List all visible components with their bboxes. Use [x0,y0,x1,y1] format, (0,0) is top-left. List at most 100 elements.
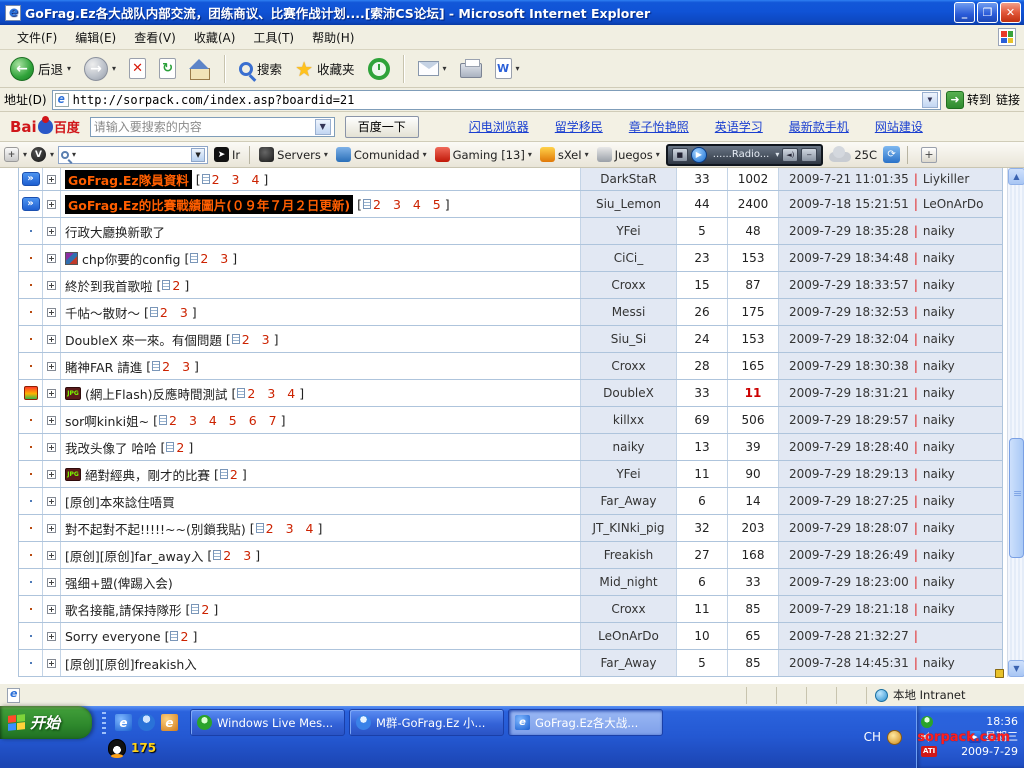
last-editor-link[interactable]: naiky [923,386,955,400]
last-editor-link[interactable]: Liykiller [923,172,969,186]
language-indicator[interactable]: CH [864,730,881,744]
qq-penguin-icon[interactable] [108,739,126,757]
author-link[interactable]: Siu_Si [611,332,647,346]
menu-item[interactable]: 工具(T) [244,28,303,48]
last-editor-link[interactable]: LeOnArDo [923,197,984,211]
menu-item[interactable]: 查看(V) [125,28,185,48]
page-number-links[interactable]: 2 3 [162,359,194,374]
expand-icon[interactable] [47,443,56,452]
dropdown-icon[interactable]: ▾ [423,150,427,159]
last-editor-link[interactable]: naiky [923,413,955,427]
baidu-search-button[interactable]: 百度一下 [345,116,419,138]
topic-title-link[interactable]: GoFrag.Ez的比賽戰績圖片(０９年７月２日更新) [65,195,353,214]
expand-icon[interactable] [47,578,56,587]
gamebar-menu-item[interactable]: sXeI ▾ [538,146,591,163]
page-number-links[interactable]: 2 3 [160,305,192,320]
gamebar-menu-item[interactable]: Servers ▾ [257,146,330,163]
page-number-links[interactable]: 2 3 4 [247,386,299,401]
expand-icon[interactable] [47,659,56,668]
expand-icon[interactable] [47,470,56,479]
topic-title-link[interactable]: 絕對經典，剛才的比賽 [85,465,210,484]
radio-minimize-icon[interactable]: − [801,148,817,162]
expand-icon[interactable] [47,254,56,263]
dropdown-icon[interactable]: ▾ [656,150,660,159]
radio-volume-icon[interactable]: ◄) [782,148,798,162]
gamebar-menu-item[interactable]: Juegos ▾ [595,146,662,163]
close-button[interactable]: ✕ [1000,2,1021,23]
author-link[interactable]: Far_Away [600,656,656,670]
menu-item[interactable]: 帮助(H) [303,28,363,48]
author-link[interactable]: naiky [613,440,645,454]
author-link[interactable]: killxx [613,413,644,427]
last-editor-link[interactable]: naiky [923,440,955,454]
expand-icon[interactable] [47,497,56,506]
add-toolbar-button[interactable]: + [921,147,937,163]
links-label[interactable]: 链接 [996,91,1020,108]
expand-icon[interactable] [47,308,56,317]
topic-title-link[interactable]: [原创][原创]far_away入 [65,546,203,565]
last-editor-link[interactable]: naiky [923,602,955,616]
expand-icon[interactable] [47,416,56,425]
print-button[interactable] [456,57,486,80]
last-editor-link[interactable]: naiky [923,278,955,292]
topic-title-link[interactable]: Sorry everyone [65,629,161,644]
author-link[interactable]: LeOnArDo [598,629,659,643]
address-dropdown-icon[interactable]: ▼ [922,92,938,108]
dropdown-icon[interactable]: ▾ [23,150,27,159]
author-link[interactable]: Siu_Lemon [596,197,661,211]
taskbar-window-button[interactable]: M群-GoFrag.Ez 小... [349,709,504,736]
topic-title-link[interactable]: 歌名接龍,請保持隊形 [65,600,181,619]
last-editor-link[interactable]: naiky [923,224,955,238]
expand-icon[interactable] [47,335,56,344]
topic-title-link[interactable]: 千帖～散财～ [65,303,140,322]
author-link[interactable]: JT_KINki_pig [592,521,664,535]
quicklaunch-ie-icon[interactable]: e [115,714,132,731]
baidu-link[interactable]: 英语学习 [715,118,763,135]
expand-icon[interactable] [47,281,56,290]
refresh-button[interactable]: ↻ [155,56,180,81]
page-number-links[interactable]: 2 [201,602,213,617]
search-button[interactable]: 搜索 [235,57,286,80]
topic-title-link[interactable]: GoFrag.Ez隊員資料 [65,170,192,189]
back-dropdown-icon[interactable]: ▾ [67,64,71,73]
baidu-link[interactable]: 闪电浏览器 [469,118,529,135]
dropdown-icon[interactable]: ▾ [324,150,328,159]
author-link[interactable]: Freakish [604,548,654,562]
history-button[interactable] [364,56,394,82]
page-number-links[interactable]: 2 3 4 [266,521,318,536]
edit-dropdown-icon[interactable]: ▾ [516,64,520,73]
last-editor-link[interactable]: naiky [923,359,955,373]
last-editor-link[interactable]: naiky [923,305,955,319]
start-button[interactable]: 开始 [0,706,92,739]
address-input[interactable]: http://sorpack.com/index.asp?boardid=21 … [52,90,941,110]
topic-title-link[interactable]: [原创]本來諗住唔買 [65,492,175,511]
page-number-links[interactable]: 2 [176,440,188,455]
scroll-up-icon[interactable]: ▲ [1008,168,1024,185]
mail-dropdown-icon[interactable]: ▾ [443,64,447,73]
page-number-links[interactable]: 2 3 4 [212,172,264,187]
mail-button[interactable]: ▾ [414,59,451,78]
address-url[interactable]: http://sorpack.com/index.asp?boardid=21 [73,93,355,107]
last-editor-link[interactable]: naiky [923,656,955,670]
weather-widget[interactable]: 25C [827,147,879,163]
baidu-link[interactable]: 最新款手机 [789,118,849,135]
topic-title-link[interactable]: 賭神FAR 請進 [65,357,142,376]
topic-title-link[interactable]: 對不起對不起!!!!!~~(別鎖我貼) [65,519,246,538]
page-number-links[interactable]: 2 3 [242,332,274,347]
menu-item[interactable]: 收藏(A) [185,28,245,48]
author-link[interactable]: YFei [616,467,640,481]
search-dropdown-icon[interactable]: ▼ [191,148,205,162]
quicklaunch-messenger-icon[interactable] [138,714,155,731]
toolbar-options-icon[interactable]: + [4,147,19,162]
author-link[interactable]: Croxx [611,359,645,373]
baidu-dropdown-icon[interactable]: ▼ [315,119,331,135]
topic-title-link[interactable]: (網上Flash)反應時間測試 [85,384,228,403]
baidu-search-input[interactable]: 请输入要搜索的内容 ▼ [90,117,335,137]
gamebar-search-input[interactable]: ▾ ▼ [58,146,208,164]
menu-item[interactable]: 编辑(E) [66,28,125,48]
author-link[interactable]: Mid_night [599,575,657,589]
baidu-link[interactable]: 网站建设 [875,118,923,135]
radio-stop-icon[interactable]: ■ [672,148,688,162]
author-link[interactable]: Croxx [611,278,645,292]
dropdown-icon[interactable]: ▾ [50,150,54,159]
